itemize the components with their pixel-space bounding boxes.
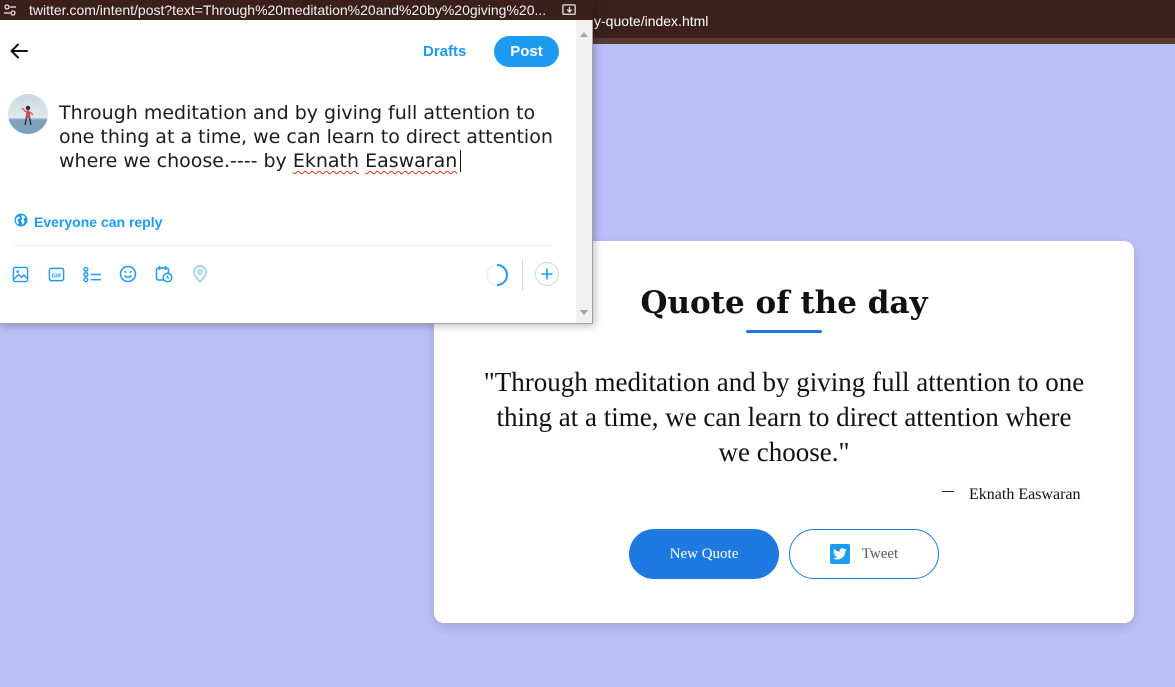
compose-textarea[interactable]: Through meditation and by giving full at… — [59, 101, 559, 173]
avatar[interactable] — [8, 94, 48, 134]
author-dash — [942, 491, 954, 492]
new-quote-button[interactable]: New Quote — [629, 529, 779, 579]
quote-author: Eknath Easwaran — [969, 486, 1081, 503]
svg-text:GIF: GIF — [51, 273, 61, 279]
twitter-compose-popup: twitter.com/intent/post?text=Through%20m… — [0, 0, 593, 324]
poll-icon[interactable] — [82, 264, 102, 284]
tweet-button-label: Tweet — [861, 545, 899, 562]
scroll-down-arrow-icon[interactable] — [576, 305, 592, 321]
drafts-button[interactable]: Drafts — [423, 43, 466, 60]
back-arrow-icon[interactable] — [8, 41, 30, 61]
compose-divider — [14, 245, 552, 246]
install-app-icon[interactable] — [560, 1, 578, 19]
title-underline — [746, 330, 822, 333]
post-button[interactable]: Post — [494, 36, 559, 67]
add-post-icon[interactable] — [535, 262, 559, 286]
text-caret — [460, 150, 462, 172]
quote-text: "Through meditation and by giving full a… — [483, 367, 1085, 467]
compose-author-last: Easwaran — [365, 150, 458, 172]
popup-url: twitter.com/intent/post?text=Through%20m… — [29, 2, 547, 18]
scroll-up-arrow-icon[interactable] — [576, 26, 592, 42]
globe-icon — [14, 213, 28, 230]
site-settings-icon[interactable] — [0, 0, 20, 20]
schedule-icon[interactable] — [154, 264, 174, 284]
gif-icon[interactable]: GIF — [46, 264, 66, 284]
popup-scrollbar[interactable] — [576, 20, 592, 323]
emoji-icon[interactable] — [118, 264, 138, 284]
image-icon[interactable] — [10, 264, 30, 284]
background-url-text: y-quote/index.html — [594, 13, 709, 29]
character-count-ring-icon — [486, 264, 508, 286]
twitter-icon — [829, 544, 850, 564]
location-icon[interactable] — [190, 264, 210, 284]
reply-setting-button[interactable]: Everyone can reply — [14, 213, 162, 230]
tweet-button[interactable]: Tweet — [789, 529, 939, 579]
reply-setting-label: Everyone can reply — [34, 213, 163, 230]
popup-titlebar: twitter.com/intent/post?text=Through%20m… — [0, 0, 593, 20]
toolbar-separator — [522, 259, 523, 290]
compose-author-first: Eknath — [292, 150, 360, 172]
